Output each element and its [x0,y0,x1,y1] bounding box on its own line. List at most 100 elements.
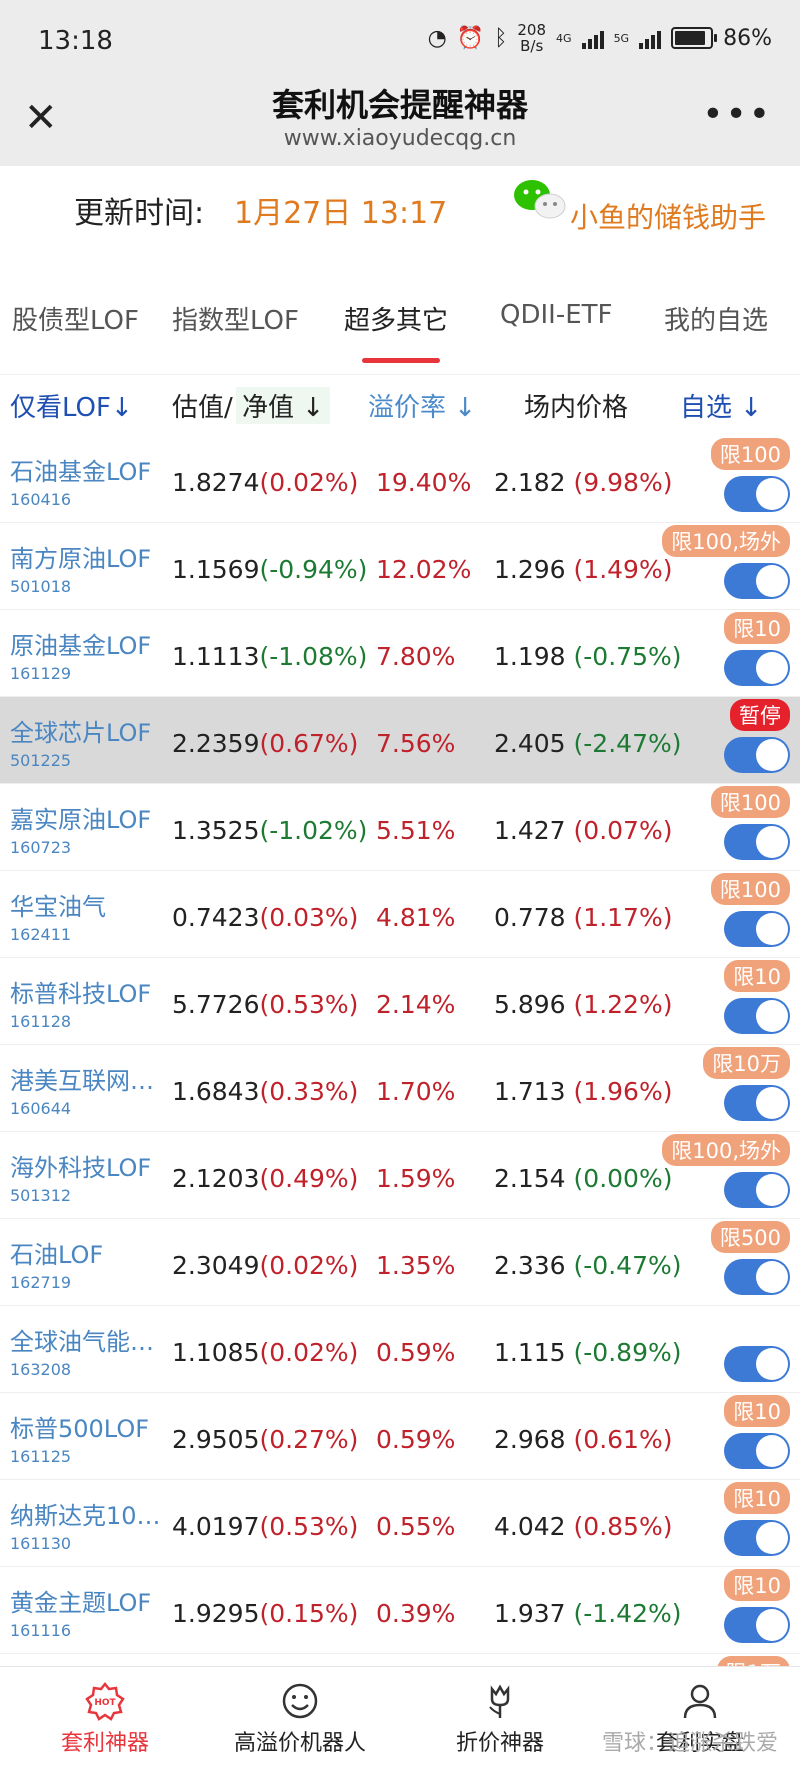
tab-qdii-etf[interactable]: QDII-ETF [500,300,612,330]
price-change: (1.17%) [573,903,673,932]
nav-discount[interactable]: 折价神器 [440,1667,560,1769]
fund-list: 石油基金LOF 160416 1.8274(0.02%) 19.40% 2.182 (9… [0,436,800,1741]
price-change: (0.07%) [573,816,673,845]
fund-name[interactable]: 石油LOF [10,1235,165,1270]
price-change: (-0.47%) [573,1251,682,1280]
premium-rate: 0.39% [376,1599,456,1628]
fund-name[interactable]: 全球油气能… [10,1322,165,1357]
toggle-knob [756,1261,788,1293]
favorite-toggle[interactable] [724,650,790,686]
fund-row[interactable]: 全球油气能… 163208 1.1085(0.02%) 0.59% 1.115 (-0.… [0,1306,800,1393]
fund-nav: 1.3525(-1.02%) [172,816,368,845]
alarm-icon: ⏰ [456,25,485,51]
favorite-toggle[interactable] [724,911,790,947]
favorite-toggle[interactable] [724,1433,790,1469]
fund-row[interactable]: 标普500LOF 161125 2.9505(0.27%) 0.59% 2.968 (0… [0,1393,800,1480]
fund-name[interactable]: 标普500LOF [10,1409,165,1444]
purchase-limit-badge: 限10万 [703,1047,790,1079]
nav-arbitrage[interactable]: HOT 套利神器 [40,1667,170,1769]
price-change: (1.96%) [573,1077,673,1106]
favorite-toggle[interactable] [724,1085,790,1121]
tab-stock-bond-lof[interactable]: 股债型LOF [12,300,139,337]
favorite-toggle[interactable] [724,476,790,512]
fund-name[interactable]: 原油基金LOF [10,626,165,661]
fund-name[interactable]: 港美互联网… [10,1061,165,1096]
favorite-toggle[interactable] [724,1346,790,1382]
battery-percent: 86% [723,25,772,51]
update-bar: 更新时间: 1月27日 13:17 小鱼的储钱助手 [0,166,800,256]
market-price: 2.968 (0.61%) [494,1425,673,1454]
price-change: (-2.47%) [573,729,682,758]
fund-row[interactable]: 标普科技LOF 161128 5.7726(0.53%) 2.14% 5.896 (1.… [0,958,800,1045]
net-speed: 208 B/s [517,21,547,55]
tab-other[interactable]: 超多其它 [344,300,448,337]
fund-name[interactable]: 纳斯达克10… [10,1496,165,1531]
toggle-knob [756,913,788,945]
premium-rate: 7.56% [376,729,456,758]
nav-change: (-1.08%) [259,642,368,671]
more-icon[interactable]: ••• [702,94,772,135]
col-market-price[interactable]: 场内价格 [524,387,628,424]
fund-name[interactable]: 黄金主题LOF [10,1583,165,1618]
fund-name[interactable]: 标普科技LOF [10,974,165,1009]
favorite-toggle[interactable] [724,737,790,773]
premium-rate: 2.14% [376,990,456,1019]
premium-rate: 12.02% [376,555,472,584]
fund-row[interactable]: 石油基金LOF 160416 1.8274(0.02%) 19.40% 2.182 (9… [0,436,800,523]
favorite-toggle[interactable] [724,1259,790,1295]
fund-row[interactable]: 华宝油气 162411 0.7423(0.03%) 4.81% 0.778 (1.17%… [0,871,800,958]
fund-nav: 0.7423(0.03%) [172,903,359,932]
nav-change: (0.49%) [259,1164,359,1193]
fund-row[interactable]: 原油基金LOF 161129 1.1113(-1.08%) 7.80% 1.198 (-… [0,610,800,697]
wechat-icon [514,180,566,219]
fund-name[interactable]: 全球芯片LOF [10,713,165,748]
col-favorite-sort[interactable]: 自选 ↓ [680,387,762,424]
premium-rate: 0.59% [376,1425,456,1454]
nav-high-premium-bot[interactable]: 高溢价机器人 [220,1667,380,1769]
fund-name[interactable]: 嘉实原油LOF [10,800,165,835]
fund-nav: 1.9295(0.15%) [172,1599,359,1628]
fund-name[interactable]: 海外科技LOF [10,1148,165,1183]
fund-nav: 1.8274(0.02%) [172,468,359,497]
purchase-limit-badge: 限100,场外 [662,525,790,557]
toggle-knob [756,478,788,510]
market-price: 1.713 (1.96%) [494,1077,673,1106]
price-change: (-0.89%) [573,1338,682,1367]
fund-name[interactable]: 南方原油LOF [10,539,165,574]
favorite-toggle[interactable] [724,563,790,599]
premium-rate: 7.80% [376,642,456,671]
col-nav-sort[interactable]: 净值 ↓ [236,387,331,424]
price-change: (9.98%) [573,468,673,497]
fund-row[interactable]: 全球芯片LOF 501225 2.2359(0.67%) 7.56% 2.405 (-2… [0,697,800,784]
filter-lof-only[interactable]: 仅看LOF↓ [10,387,133,424]
toggle-knob [756,1609,788,1641]
favorite-toggle[interactable] [724,1172,790,1208]
fund-name[interactable]: 石油基金LOF [10,452,165,487]
fund-row[interactable]: 南方原油LOF 501018 1.1569(-0.94%) 12.02% 1.296 (… [0,523,800,610]
purchase-limit-badge: 限100 [710,786,790,818]
update-label: 更新时间: [74,196,205,231]
favorite-toggle[interactable] [724,824,790,860]
market-price: 1.937 (-1.42%) [494,1599,682,1628]
fund-name[interactable]: 华宝油气 [10,887,165,922]
favorite-toggle[interactable] [724,998,790,1034]
user-icon [683,1684,717,1719]
nav-change: (0.03%) [259,903,359,932]
toggle-knob [756,1000,788,1032]
col-estimate[interactable]: 估值/ [172,387,233,424]
fund-row[interactable]: 石油LOF 162719 2.3049(0.02%) 1.35% 2.336 (-0.4… [0,1219,800,1306]
fund-row[interactable]: 纳斯达克10… 161130 4.0197(0.53%) 0.55% 4.042 (0.… [0,1480,800,1567]
tab-index-lof[interactable]: 指数型LOF [172,300,299,337]
col-premium-sort[interactable]: 溢价率 ↓ [368,387,476,424]
favorite-toggle[interactable] [724,1520,790,1556]
update-time: 1月27日 13:17 [234,196,448,231]
favorite-toggle[interactable] [724,1607,790,1643]
fund-row[interactable]: 嘉实原油LOF 160723 1.3525(-1.02%) 5.51% 1.427 (0… [0,784,800,871]
tab-my-favorites[interactable]: 我的自选 [664,300,768,337]
price-change: (1.49%) [573,555,673,584]
fund-row[interactable]: 黄金主题LOF 161116 1.9295(0.15%) 0.39% 1.937 (-1… [0,1567,800,1654]
brand-name: 小鱼的储钱助手 [570,201,767,234]
fund-row[interactable]: 海外科技LOF 501312 2.1203(0.49%) 1.59% 2.154 (0.… [0,1132,800,1219]
fund-code: 160723 [10,838,72,857]
fund-row[interactable]: 港美互联网… 160644 1.6843(0.33%) 1.70% 1.713 (1.9… [0,1045,800,1132]
